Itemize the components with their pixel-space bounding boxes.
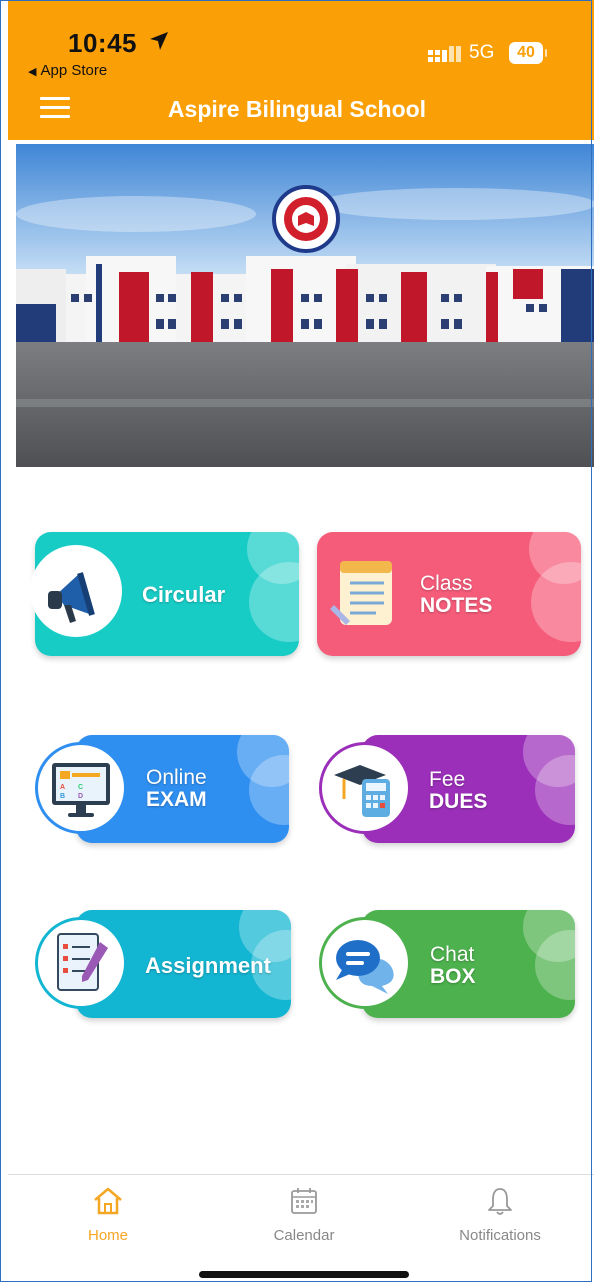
school-banner-image [16, 144, 594, 467]
class-notes-label-top: Class [420, 572, 473, 595]
fee-dues-label-bottom: DUES [429, 790, 488, 813]
fee-dues-label: Fee DUES [429, 769, 487, 813]
assignment-icon-circle [35, 917, 127, 1009]
graduation-calculator-icon [334, 765, 390, 817]
tab-home[interactable]: Home [48, 1186, 168, 1244]
battery-level: 40 [517, 44, 535, 61]
computer-exam-icon: A C B D [52, 763, 110, 817]
fee-dues-label-top: Fee [429, 768, 466, 791]
tab-notifications-label: Notifications [459, 1227, 541, 1244]
assignment-label: Assignment [145, 953, 271, 978]
chat-box-label: Chat BOX [430, 944, 476, 988]
location-arrow-icon [150, 32, 168, 50]
fee-dues-icon-circle [319, 742, 411, 834]
chat-box-icon-circle [319, 917, 411, 1009]
class-notes-label-bottom: NOTES [420, 594, 493, 617]
battery-tip [545, 49, 547, 57]
online-exam-icon-circle: A C B D [35, 742, 127, 834]
home-indicator [199, 1271, 409, 1278]
tab-home-label: Home [87, 1227, 128, 1244]
notepad-icon [330, 561, 392, 625]
svg-text:D: D [78, 793, 83, 800]
bell-icon [488, 1188, 512, 1215]
tab-calendar-label: Calendar [273, 1227, 335, 1244]
back-to-app-store[interactable]: ◀ App Store [28, 62, 107, 79]
tab-calendar[interactable]: Calendar [244, 1186, 364, 1244]
circular-icon-circle [30, 545, 122, 637]
svg-text:A: A [60, 784, 65, 791]
status-time: 10:45 [68, 28, 137, 58]
class-notes-icon-circle [320, 545, 412, 637]
back-triangle-icon: ◀ [28, 66, 37, 78]
circular-label: Circular [142, 582, 226, 607]
cellular-signal-icon [428, 46, 461, 62]
svg-text:C: C [78, 784, 83, 791]
calendar-icon [291, 1188, 317, 1214]
checklist-pen-icon [57, 933, 108, 991]
svg-text:B: B [60, 793, 65, 800]
chat-box-label-top: Chat [430, 943, 475, 966]
chat-box-label-bottom: BOX [430, 965, 476, 988]
megaphone-icon [48, 572, 95, 623]
tab-notifications[interactable]: Notifications [440, 1186, 560, 1244]
battery-icon: 40 [509, 42, 543, 64]
online-exam-label-top: Online [146, 766, 207, 789]
home-icon [94, 1187, 122, 1215]
online-exam-label: Online EXAM [146, 767, 207, 811]
school-building-illustration [16, 144, 594, 467]
page-title: Aspire Bilingual School [167, 96, 427, 122]
online-exam-label-bottom: EXAM [146, 788, 207, 811]
network-type: 5G [469, 42, 495, 63]
class-notes-label: Class NOTES [420, 573, 492, 617]
chat-bubbles-icon [336, 940, 394, 994]
back-app-label: App Store [40, 62, 108, 79]
